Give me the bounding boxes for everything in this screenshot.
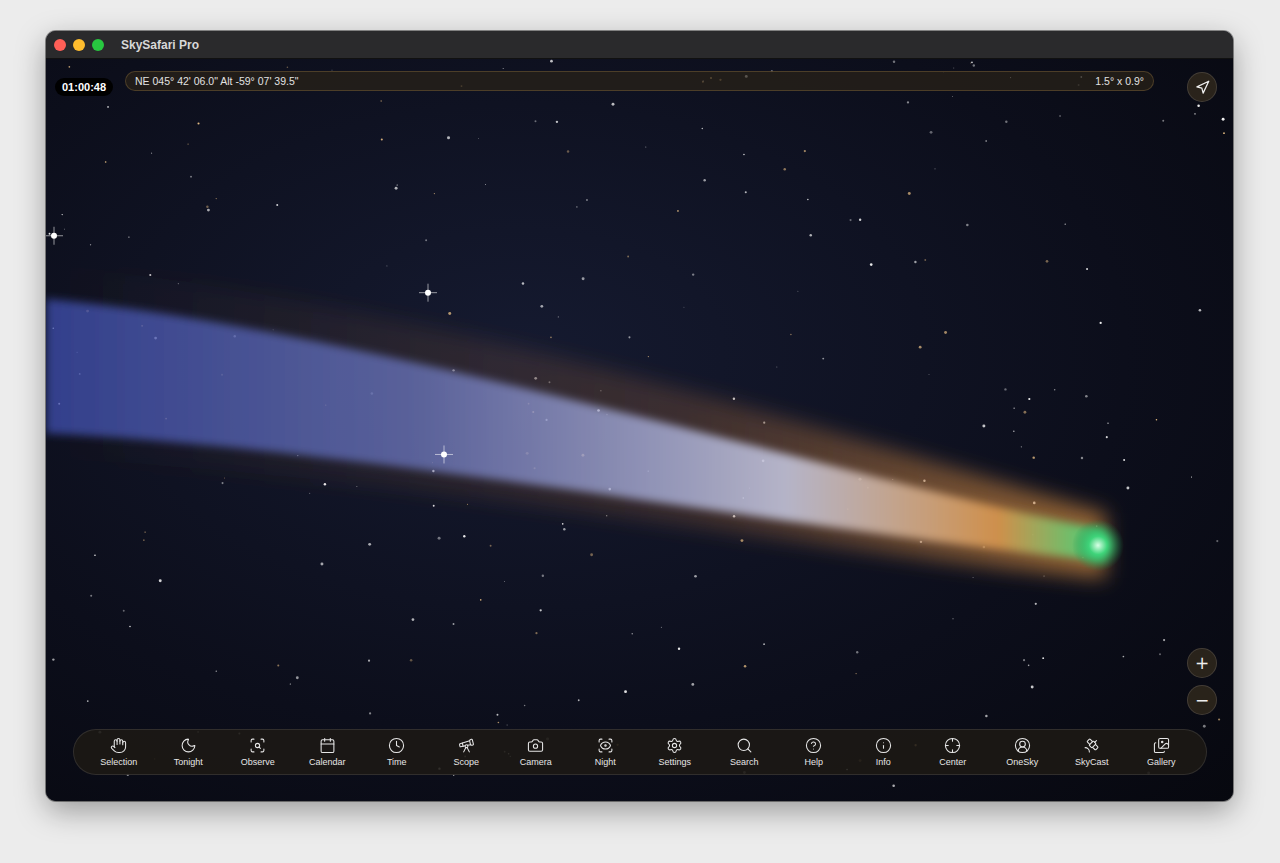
desktop: SkySafari Pro 01:00:48 NE 045° 42' 06.0" A… (0, 0, 1280, 863)
help-icon (805, 737, 822, 754)
comet-head (1072, 519, 1124, 571)
toolbar-button[interactable]: Settings (640, 731, 710, 773)
toolbar-label: Help (804, 757, 823, 767)
comet-ion-tail (46, 299, 1104, 561)
window-title: SkySafari Pro (121, 38, 199, 52)
toolbar-label: Calendar (309, 757, 346, 767)
toolbar-button[interactable]: Search (710, 731, 780, 773)
toolbar-button[interactable]: Time (362, 731, 432, 773)
camera-icon (527, 737, 544, 754)
sky-view[interactable]: 01:00:48 NE 045° 42' 06.0" Alt -59° 07' 3… (46, 59, 1233, 801)
toolbar-label: OneSky (1006, 757, 1038, 767)
toolbar-button[interactable]: SkyCast (1057, 731, 1127, 773)
toolbar-label: Scope (453, 757, 479, 767)
toolbar-button[interactable]: Scope (432, 731, 502, 773)
satellite-icon (1083, 737, 1100, 754)
toolbar-label: Night (595, 757, 616, 767)
sky-chart (46, 59, 1233, 801)
toolbar-button[interactable]: Night (571, 731, 641, 773)
toolbar-button[interactable]: Selection (84, 731, 154, 773)
toolbar-label: Tonight (174, 757, 203, 767)
user-icon (1014, 737, 1031, 754)
clock-icon (388, 737, 405, 754)
moon-icon (180, 737, 197, 754)
zoom-controls: +− (1187, 648, 1217, 715)
bright-star (435, 445, 453, 463)
app-window: SkySafari Pro 01:00:48 NE 045° 42' 06.0" A… (46, 31, 1233, 801)
toolbar-label: Time (387, 757, 407, 767)
toolbar-label: Gallery (1147, 757, 1176, 767)
close-button[interactable] (54, 39, 66, 51)
title-bar: SkySafari Pro (46, 31, 1233, 59)
zoom-button[interactable] (92, 39, 104, 51)
eye-icon (597, 737, 614, 754)
calendar-icon (319, 737, 336, 754)
position-readout: NE 045° 42' 06.0" Alt -59° 07' 39.5" (135, 75, 298, 87)
toolbar-label: Center (939, 757, 966, 767)
gallery-icon (1153, 737, 1170, 754)
toolbar-button[interactable]: OneSky (988, 731, 1058, 773)
toolbar-button[interactable]: Observe (223, 731, 293, 773)
toolbar-label: Settings (658, 757, 691, 767)
status-bar: NE 045° 42' 06.0" Alt -59° 07' 39.5" 1.5°… (125, 71, 1154, 91)
zoom-button[interactable]: − (1187, 685, 1217, 715)
toolbar-label: Info (876, 757, 891, 767)
comet-dust-tail (46, 264, 1106, 579)
field-of-view: 1.5° x 0.9° (1095, 75, 1144, 87)
bright-star (46, 227, 63, 245)
bright-star (419, 284, 437, 302)
toolbar-button[interactable]: Info (849, 731, 919, 773)
clock-badge: 01:00:48 (55, 78, 113, 96)
info-icon (875, 737, 892, 754)
orientation-button[interactable] (1187, 72, 1217, 102)
navigation-icon (1195, 80, 1210, 95)
toolbar-button[interactable]: Help (779, 731, 849, 773)
observe-icon (249, 737, 266, 754)
toolbar: Selection Tonight Observe Calendar Time Scope… (73, 729, 1207, 775)
crosshair-icon (944, 737, 961, 754)
minimize-button[interactable] (73, 39, 85, 51)
toolbar-button[interactable]: Gallery (1127, 731, 1197, 773)
gear-icon (666, 737, 683, 754)
toolbar-button[interactable]: Calendar (293, 731, 363, 773)
toolbar-label: Camera (520, 757, 552, 767)
toolbar-label: SkyCast (1075, 757, 1109, 767)
hand-icon (110, 737, 127, 754)
toolbar-button[interactable]: Camera (501, 731, 571, 773)
toolbar-label: Search (730, 757, 759, 767)
toolbar-button[interactable]: Center (918, 731, 988, 773)
toolbar-label: Observe (241, 757, 275, 767)
toolbar-label: Selection (100, 757, 137, 767)
toolbar-button[interactable]: Tonight (154, 731, 224, 773)
telescope-icon (458, 737, 475, 754)
zoom-button[interactable]: + (1187, 648, 1217, 678)
magnifier-icon (736, 737, 753, 754)
